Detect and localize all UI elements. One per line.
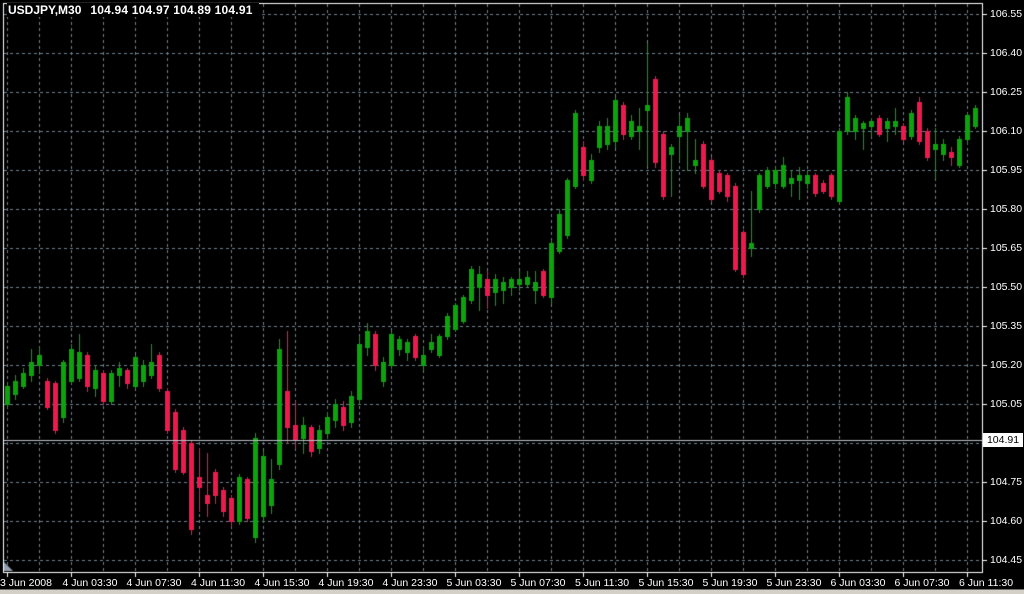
price-axis-label: 105.50	[990, 281, 1023, 293]
price-axis-label: 105.35	[990, 320, 1023, 332]
price-axis-label: 105.65	[990, 242, 1023, 254]
quick-navigation-triangle[interactable]	[4, 562, 14, 572]
bid-price-label: 104.91	[986, 434, 1020, 446]
symbol-period-label: USDJPY,M30	[8, 3, 82, 17]
price-chart-canvas[interactable]	[0, 0, 1024, 594]
price-axis-label: 105.20	[990, 359, 1023, 371]
price-axis-label: 106.10	[990, 125, 1023, 137]
price-axis-label: 104.45	[990, 554, 1023, 566]
price-axis-label: 105.95	[990, 164, 1023, 176]
bid-price-tag: 104.91	[983, 433, 1023, 447]
time-axis-label: 6 Jun 11:30	[958, 577, 1014, 589]
price-axis-label: 104.60	[990, 515, 1023, 527]
price-axis-label: 105.80	[990, 203, 1023, 215]
price-axis-label: 104.75	[990, 476, 1023, 488]
price-axis-label: 105.05	[990, 398, 1023, 410]
price-axis-label: 106.40	[990, 47, 1023, 59]
mt4-chart-window: USDJPY,M30 104.94 104.97 104.89 104.91 10…	[0, 0, 1024, 594]
ohlc-readout: 104.94 104.97 104.89 104.91	[90, 3, 253, 17]
price-axis-label: 106.25	[990, 86, 1023, 98]
price-axis-label: 106.55	[990, 8, 1023, 20]
window-bottom-edge	[0, 589, 1024, 594]
chart-title: USDJPY,M30 104.94 104.97 104.89 104.91	[7, 3, 259, 17]
